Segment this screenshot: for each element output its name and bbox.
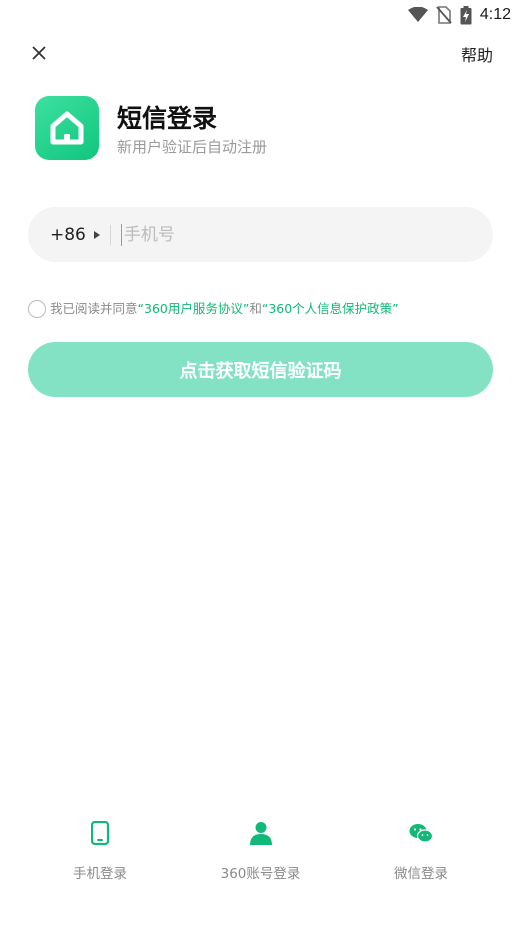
agreement-joiner: 和 <box>249 301 262 316</box>
user-icon <box>249 818 272 848</box>
login-option-label: 手机登录 <box>73 866 127 882</box>
phone-number-input[interactable] <box>120 223 493 246</box>
login-option-360-account[interactable]: 360账号登录 <box>201 818 321 882</box>
agreement-prefix: 我已阅读并同意 <box>50 301 138 316</box>
caret-right-icon[interactable] <box>93 230 100 239</box>
house-icon <box>47 108 87 148</box>
phone-icon <box>91 818 109 848</box>
login-page: 4:12 帮助 短信登录 新用户验证后自动注册 +86 我已 <box>0 0 521 926</box>
battery-charging-icon <box>460 5 472 25</box>
login-option-label: 微信登录 <box>394 866 448 882</box>
close-button[interactable] <box>28 42 50 64</box>
phone-input-box: +86 <box>28 207 493 262</box>
help-link[interactable]: 帮助 <box>461 42 493 66</box>
agreement-row: 我已阅读并同意 “360用户服务协议” 和 “360个人信息保护政策” <box>28 297 399 318</box>
close-icon <box>32 46 46 60</box>
country-code-selector[interactable]: +86 <box>50 225 86 245</box>
login-option-phone[interactable]: 手机登录 <box>40 818 160 882</box>
wechat-icon <box>409 818 433 848</box>
alternate-login-options: 手机登录 360账号登录 微信登录 <box>0 818 521 882</box>
divider <box>109 224 111 245</box>
user-service-agreement-link[interactable]: “360用户服务协议” <box>138 298 250 317</box>
app-logo <box>35 96 99 160</box>
no-sim-icon <box>436 6 452 24</box>
login-option-wechat[interactable]: 微信登录 <box>361 818 481 882</box>
agreement-checkbox[interactable] <box>28 300 46 318</box>
page-title: 短信登录 <box>117 104 218 133</box>
status-bar: 4:12 <box>0 0 521 30</box>
page-subtitle: 新用户验证后自动注册 <box>117 138 268 156</box>
get-sms-code-button[interactable]: 点击获取短信验证码 <box>28 342 493 397</box>
privacy-policy-link[interactable]: “360个人信息保护政策” <box>262 298 399 317</box>
login-option-label: 360账号登录 <box>220 866 301 882</box>
status-time: 4:12 <box>479 6 511 23</box>
wifi-icon <box>407 7 428 23</box>
